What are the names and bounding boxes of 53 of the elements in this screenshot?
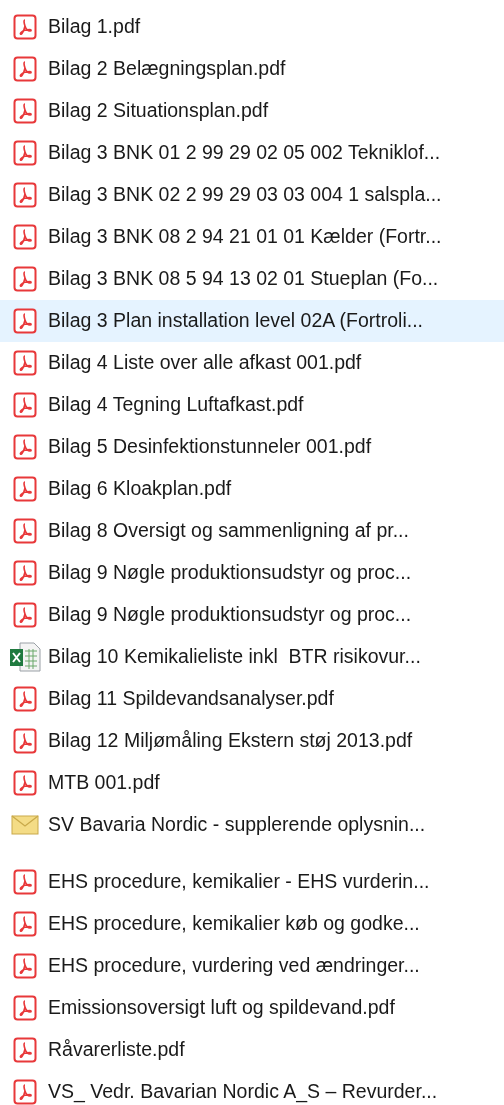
file-name: EHS procedure, kemikalier - EHS vurderin... (48, 869, 430, 895)
file-name: Bilag 4 Tegning Luftafkast.pdf (48, 392, 304, 418)
file-name: Bilag 10 Kemikalieliste inkl BTR risikovur... (48, 644, 421, 670)
file-name: Bilag 5 Desinfektionstunneler 001.pdf (48, 434, 372, 460)
file-name: Bilag 2 Belægningsplan.pdf (48, 56, 286, 82)
pdf-file-icon (13, 56, 37, 82)
file-name: MTB 001.pdf (48, 770, 160, 796)
file-name: Bilag 12 Miljømåling Ekstern støj 2013.pdf (48, 728, 413, 754)
file-name: Bilag 2 Situationsplan.pdf (48, 98, 269, 124)
file-name: Bilag 1.pdf (48, 14, 141, 40)
pdf-file-icon (13, 869, 37, 895)
pdf-file-icon (13, 518, 37, 544)
pdf-file-icon (13, 224, 37, 250)
pdf-file-icon (13, 14, 37, 40)
file-name: Bilag 3 Plan installation level 02A (Fortroli... (48, 308, 424, 334)
pdf-file-icon (13, 602, 37, 628)
pdf-file-icon (13, 308, 37, 334)
pdf-file-icon (13, 350, 37, 376)
pdf-file-icon (13, 182, 37, 208)
file-item[interactable]: Bilag 3 Plan installation level 02A (Fortroli... (0, 300, 504, 342)
file-name: EHS procedure, vurdering ved ændringer... (48, 953, 420, 979)
pdf-file-icon (13, 770, 37, 796)
pdf-file-icon (13, 1037, 37, 1063)
file-name: Bilag 9 Nøgle produktionsudstyr og proc... (48, 560, 412, 586)
file-name: Råvarerliste.pdf (48, 1037, 185, 1063)
spreadsheet-file-icon (8, 641, 42, 673)
file-name: Emissionsoversigt luft og spildevand.pdf (48, 995, 395, 1021)
file-name: Bilag 8 Oversigt og sammenligning af pr... (48, 518, 409, 544)
envelope-icon (11, 814, 39, 836)
pdf-file-icon (13, 98, 37, 124)
pdf-file-icon (13, 953, 37, 979)
file-name: Bilag 3 BNK 08 2 94 21 01 01 Kælder (Fortr... (48, 224, 442, 250)
pdf-file-icon (13, 686, 37, 712)
file-name: VS_ Vedr. Bavarian Nordic A_S – Revurder... (48, 1079, 438, 1105)
file-name: Bilag 9 Nøgle produktionsudstyr og proc... (48, 602, 412, 628)
file-name: Bilag 6 Kloakplan.pdf (48, 476, 232, 502)
pdf-file-icon (13, 140, 37, 166)
file-name: Bilag 3 BNK 02 2 99 29 03 03 004 1 salspla... (48, 182, 442, 208)
file-name: Bilag 11 Spildevandsanalyser.pdf (48, 686, 334, 712)
file-name: Bilag 3 BNK 01 2 99 29 02 05 002 Tekniklof... (48, 140, 441, 166)
pdf-file-icon (13, 392, 37, 418)
file-name: EHS procedure, kemikalier køb og godke... (48, 911, 420, 937)
file-name: Bilag 3 BNK 08 5 94 13 02 01 Stueplan (Fo... (48, 266, 439, 292)
pdf-file-icon (13, 728, 37, 754)
file-name: Bilag 4 Liste over alle afkast 001.pdf (48, 350, 362, 376)
pdf-file-icon (13, 560, 37, 586)
pdf-file-icon (13, 911, 37, 937)
pdf-file-icon (13, 476, 37, 502)
pdf-file-icon (13, 995, 37, 1021)
pdf-file-icon (13, 266, 37, 292)
file-name: SV Bavaria Nordic - supplerende oplysnin... (48, 812, 426, 838)
pdf-file-icon (13, 434, 37, 460)
pdf-file-icon (13, 1079, 37, 1105)
